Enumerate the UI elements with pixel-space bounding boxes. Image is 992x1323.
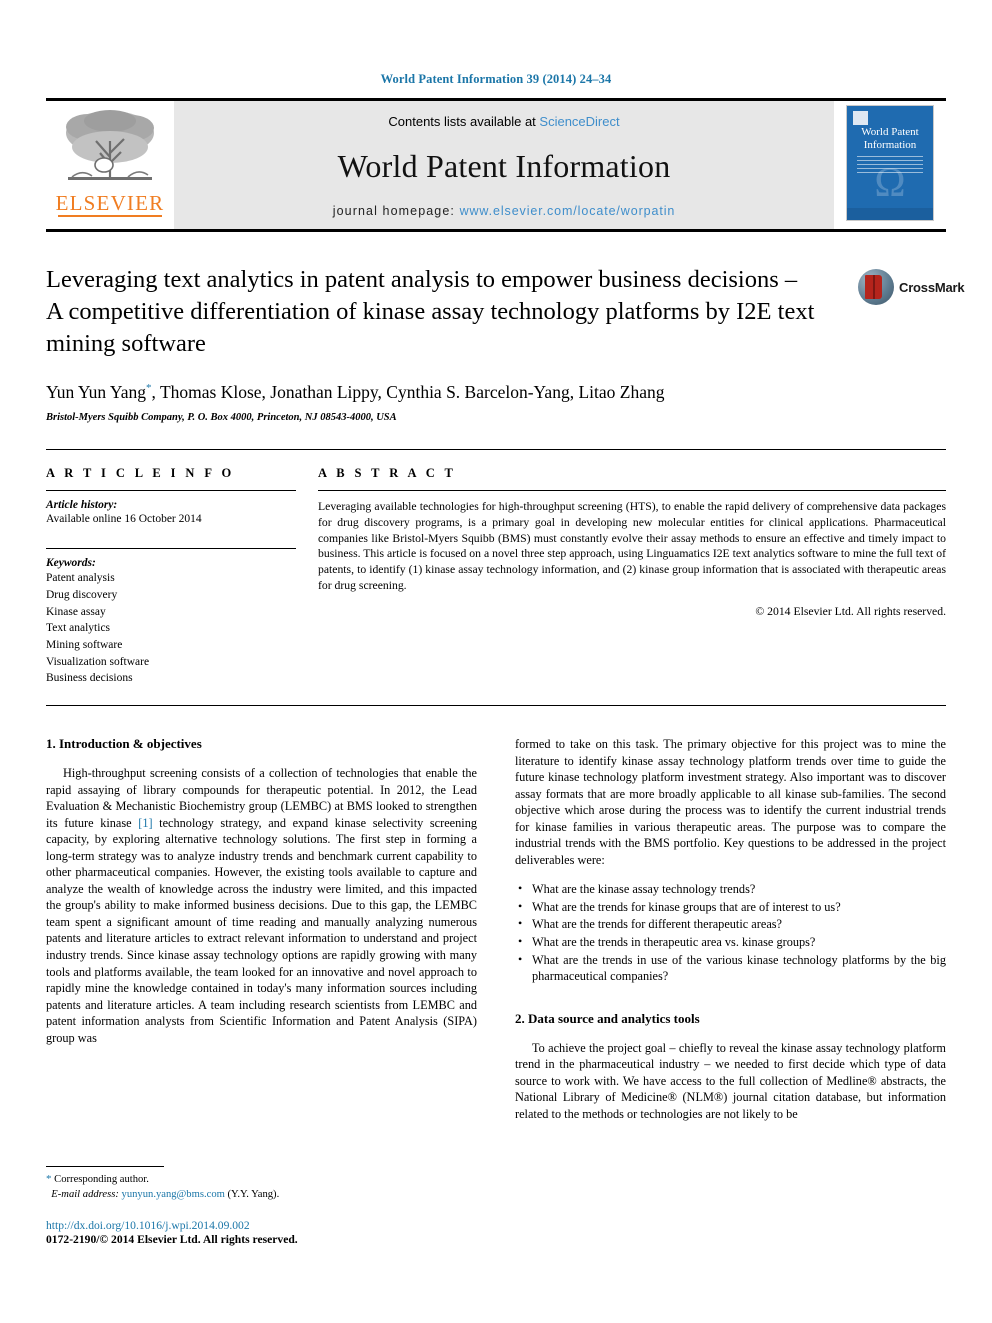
cover-subtitle-lines [857,156,923,174]
journal-banner: Contents lists available at ScienceDirec… [174,101,834,229]
article-history-label: Article history: [46,499,118,512]
abstract-column: A B S T R A C T Leveraging available tec… [318,466,946,687]
keywords-list: Patent analysis Drug discovery Kinase as… [46,570,296,687]
list-item: Text analytics [46,622,111,635]
cover-title: World Patent Information [847,126,933,151]
keywords-rule [46,548,296,550]
cover-title-line1: World Patent [861,126,919,138]
body-column-right: formed to take on this task. The primary… [515,736,946,1122]
elsevier-wordmark: ELSEVIER [55,191,165,215]
cover-footer-bar [847,208,933,220]
crossmark-icon [858,269,894,305]
footnote-marker: * [46,1173,52,1186]
list-item: Kinase assay [46,605,106,618]
list-item: Drug discovery [46,589,118,602]
list-item: What are the trends in therapeutic area … [515,933,946,951]
affiliation: Bristol-Myers Squibb Company, P. O. Box … [46,412,397,424]
journal-cover: Ω World Patent Information [834,101,946,229]
elsevier-tree-icon [58,107,162,191]
list-item: What are the kinase assay technology tre… [515,880,946,898]
intro-paragraph-2: formed to take on this task. The primary… [515,737,946,867]
page-footer: http://dx.doi.org/10.1016/j.wpi.2014.09.… [46,1219,477,1246]
sciencedirect-link[interactable]: ScienceDirect [539,114,619,129]
intro-paragraph-1: High-throughput screening consists of a … [46,765,477,1046]
page-title: Leveraging text analytics in patent anal… [46,266,815,358]
corresponding-author-line: * Corresponding author. [46,1172,477,1188]
homepage-prefix: journal homepage: [332,204,460,218]
section-heading-data-source: 2. Data source and analytics tools [515,1010,700,1026]
list-item: What are the trends in use of the variou… [515,951,946,985]
email-line: E-mail address: yunyun.yang@bms.com (Y.Y… [46,1188,477,1203]
crossmark-label: CrossMark [899,279,965,295]
issn-copyright-line: 0172-2190/© 2014 Elsevier Ltd. All right… [46,1233,298,1246]
journal-title: World Patent Information [337,148,671,184]
email-label: E-mail address: [51,1188,119,1200]
body-columns: 1. Introduction & objectives High-throug… [46,706,946,1200]
contents-prefix: Contents lists available at [388,114,540,129]
article-info-rule [46,490,296,492]
citation-link-1[interactable]: [1] [138,816,152,830]
author-footnote-marker: * [146,382,152,395]
publisher-logo: ELSEVIER [46,101,174,229]
list-item: What are the trends for different therap… [515,915,946,933]
corresponding-author-footnote: * Corresponding author. E-mail address: … [46,1166,477,1203]
article-history-value: Available online 16 October 2014 [46,513,202,526]
data-source-paragraph: To achieve the project goal – chiefly to… [515,1040,946,1121]
intro-text-b: technology strategy, and expand kinase s… [46,815,477,1045]
cover-title-line2: Information [863,138,917,151]
list-item: Business decisions [46,672,133,685]
article-info-column: A R T I C L E I N F O Article history: A… [46,466,318,687]
contents-available-line: Contents lists available at ScienceDirec… [388,114,619,129]
author-list: Yun Yun Yang*, Thomas Klose, Jonathan Li… [46,382,946,403]
email-owner: (Y.Y. Yang). [227,1188,280,1200]
list-item: What are the trends for kinase groups th… [515,898,946,916]
list-item: Mining software [46,639,123,652]
doi-link[interactable]: http://dx.doi.org/10.1016/j.wpi.2014.09.… [46,1219,477,1232]
journal-homepage-line: journal homepage: www.elsevier.com/locat… [333,204,676,218]
keywords-label: Keywords: [46,557,96,570]
abstract-text: Leveraging available technologies for hi… [318,500,946,592]
list-item: Visualization software [46,655,150,668]
section-heading-introduction: 1. Introduction & objectives [46,736,202,752]
title-block: Leveraging text analytics in patent anal… [46,232,965,424]
journal-homepage-link[interactable]: www.elsevier.com/locate/worpatin [460,204,676,218]
abstract-copyright: © 2014 Elsevier Ltd. All rights reserved… [755,605,946,619]
crossmark-badge[interactable]: CrossMark [858,266,965,308]
info-abstract-row: A R T I C L E I N F O Article history: A… [46,450,946,687]
journal-header-band: ELSEVIER Contents lists available at Sci… [46,98,946,229]
cover-emblem-icon [853,111,868,125]
abstract-heading: A B S T R A C T [318,466,457,481]
crossmark-book-icon [865,275,882,299]
elsevier-underline [58,215,162,217]
running-head: World Patent Information 39 (2014) 24–34 [380,72,612,86]
abstract-rule [318,490,946,492]
footnote-rule [46,1166,164,1168]
authors-text: Yun Yun Yang*, Thomas Klose, Jonathan Li… [46,382,665,403]
keywords-block: Keywords: Patent analysis Drug discovery… [46,548,296,687]
list-item: Patent analysis [46,572,115,585]
article-info-heading: A R T I C L E I N F O [46,466,235,481]
key-questions-list: What are the kinase assay technology tre… [515,880,946,985]
body-column-left: 1. Introduction & objectives High-throug… [46,736,477,1200]
journal-cover-thumbnail: Ω World Patent Information [846,105,934,221]
email-link[interactable]: yunyun.yang@bms.com [122,1189,225,1200]
article-page: World Patent Information 39 (2014) 24–34 [0,0,992,1323]
corresponding-author-text: Corresponding author. [54,1174,149,1186]
